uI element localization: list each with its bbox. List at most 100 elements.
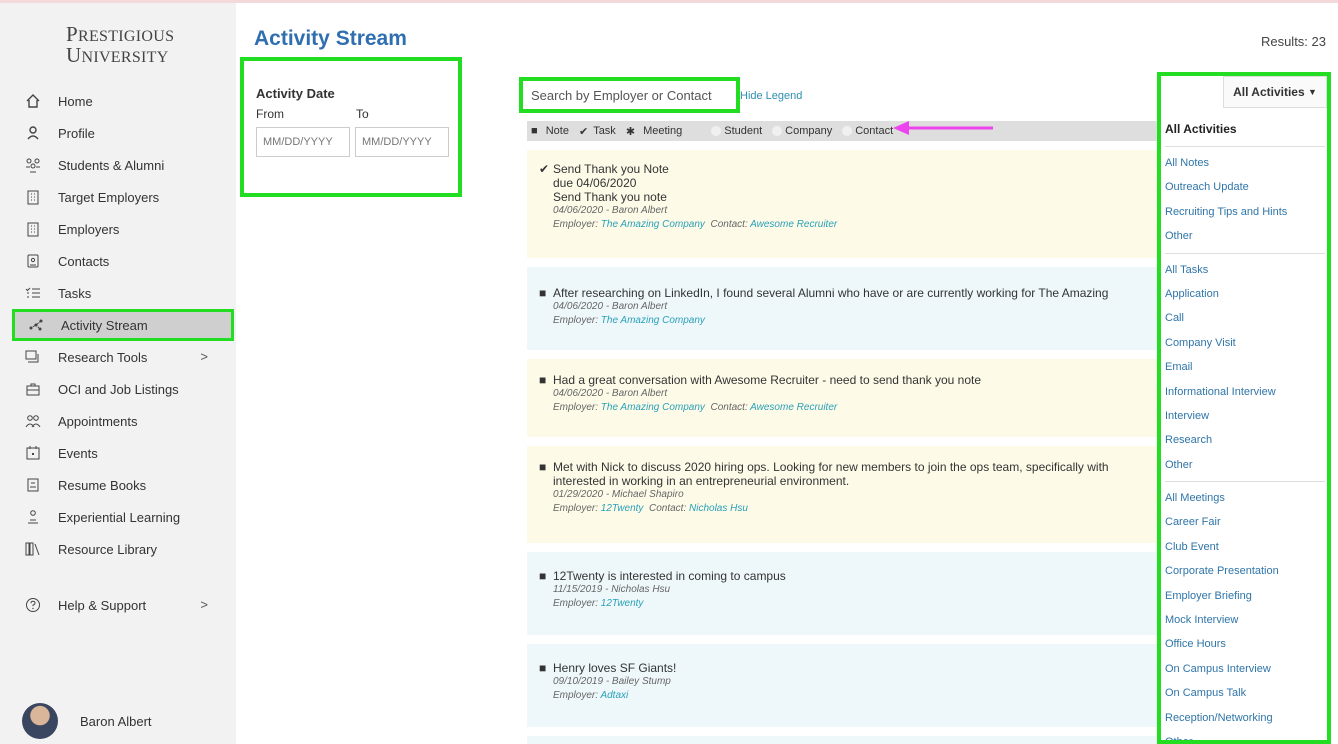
contact-card-icon bbox=[24, 252, 42, 270]
to-date-input[interactable] bbox=[355, 127, 449, 157]
sidebar-nav: Home Profile Students & Alumni Target Em… bbox=[12, 85, 234, 621]
menu-item-application[interactable]: Application bbox=[1165, 282, 1325, 306]
student-dot-icon bbox=[711, 126, 722, 136]
employer-link[interactable]: Adtaxi bbox=[600, 690, 628, 701]
menu-item-email[interactable]: Email bbox=[1165, 355, 1325, 379]
all-activities-button[interactable]: All Activities ▼ bbox=[1223, 76, 1327, 108]
note-icon: ■ bbox=[539, 460, 547, 474]
results-count: Results: 23 bbox=[1260, 34, 1326, 49]
university-logo[interactable]: PRESTIGIOUS UNIVERSITY bbox=[66, 24, 174, 67]
menu-item-interview[interactable]: Interview bbox=[1165, 404, 1325, 428]
sidebar: PRESTIGIOUS UNIVERSITY Home Profile Stud… bbox=[0, 3, 236, 744]
menu-item-company-visit[interactable]: Company Visit bbox=[1165, 331, 1325, 355]
sidebar-item-experiential-learning[interactable]: Experiential Learning bbox=[12, 501, 234, 533]
legend-company: Company bbox=[772, 125, 837, 137]
people-icon bbox=[24, 156, 42, 174]
employer-link[interactable]: 12Twenty bbox=[601, 503, 644, 514]
menu-item-tasks-other[interactable]: Other bbox=[1165, 453, 1325, 477]
sidebar-item-employers[interactable]: Employers bbox=[12, 213, 234, 245]
sidebar-item-label: Research Tools bbox=[58, 349, 148, 365]
contact-link[interactable]: Awesome Recruiter bbox=[750, 402, 837, 413]
sidebar-item-students-alumni[interactable]: Students & Alumni bbox=[12, 149, 234, 181]
sidebar-item-label: Appointments bbox=[58, 413, 138, 429]
sidebar-item-label: Employers bbox=[58, 221, 120, 237]
contact-link[interactable]: Awesome Recruiter bbox=[750, 219, 837, 230]
menu-item-all-meetings[interactable]: All Meetings bbox=[1165, 486, 1325, 510]
search-box bbox=[519, 77, 740, 113]
sidebar-item-resume-books[interactable]: Resume Books bbox=[12, 469, 234, 501]
menu-item-all-activities[interactable]: All Activities bbox=[1165, 116, 1325, 142]
caret-down-icon: ▼ bbox=[1308, 87, 1317, 97]
menu-item-recruiting-tips[interactable]: Recruiting Tips and Hints bbox=[1165, 200, 1325, 224]
sidebar-item-label: Students & Alumni bbox=[58, 157, 165, 173]
sidebar-item-home[interactable]: Home bbox=[12, 85, 234, 117]
to-label: To bbox=[356, 107, 369, 121]
employer-link[interactable]: The Amazing Company bbox=[601, 315, 705, 326]
hide-legend-link[interactable]: Hide Legend bbox=[740, 90, 802, 102]
sidebar-item-contacts[interactable]: Contacts bbox=[12, 245, 234, 277]
menu-item-research[interactable]: Research bbox=[1165, 428, 1325, 452]
menu-item-employer-briefing[interactable]: Employer Briefing bbox=[1165, 584, 1325, 608]
library-icon bbox=[24, 540, 42, 558]
menu-item-office-hours[interactable]: Office Hours bbox=[1165, 632, 1325, 656]
menu-item-notes-other[interactable]: Other bbox=[1165, 224, 1325, 248]
activity-stream-list: ✔ Send Thank you Note due 04/06/2020 Send… bbox=[527, 150, 1157, 744]
activity-card[interactable]: ■ After researching on LinkedIn, I found … bbox=[527, 267, 1157, 350]
sidebar-item-resource-library[interactable]: Resource Library bbox=[12, 533, 234, 565]
sidebar-item-label: Contacts bbox=[58, 253, 110, 269]
sidebar-item-label: Activity Stream bbox=[61, 317, 148, 333]
menu-item-on-campus-talk[interactable]: On Campus Talk bbox=[1165, 681, 1325, 705]
contact-link[interactable]: Nicholas Hsu bbox=[689, 503, 748, 514]
sidebar-item-label: Events bbox=[58, 445, 98, 461]
sidebar-item-label: OCI and Job Listings bbox=[58, 381, 179, 397]
activity-card[interactable]: ■ Had a great conversation with Awesome R… bbox=[527, 359, 1157, 437]
note-icon: ■ bbox=[539, 373, 547, 387]
legend-contact: Contact bbox=[842, 125, 898, 137]
sidebar-item-events[interactable]: Events bbox=[12, 437, 234, 469]
sidebar-item-research-tools[interactable]: Research Tools > bbox=[12, 341, 234, 373]
activity-card[interactable]: ■ 12Twenty is interested in coming to cam… bbox=[527, 552, 1157, 635]
task-list-icon bbox=[24, 284, 42, 302]
legend-note: ■ Note bbox=[531, 125, 569, 137]
legend-task: ✔ Task bbox=[578, 125, 616, 138]
menu-item-club-event[interactable]: Club Event bbox=[1165, 535, 1325, 559]
menu-item-reception-networking[interactable]: Reception/Networking bbox=[1165, 706, 1325, 730]
user-name: Baron Albert bbox=[80, 713, 152, 729]
from-date-input[interactable] bbox=[256, 127, 350, 157]
menu-item-meetings-other[interactable]: Other bbox=[1165, 730, 1325, 740]
activity-date-filter: Activity Date From To bbox=[240, 57, 462, 197]
note-icon: ■ bbox=[539, 661, 547, 675]
employer-link[interactable]: The Amazing Company bbox=[601, 219, 705, 230]
dropdown-menu: All Activities All Notes Outreach Update… bbox=[1165, 116, 1325, 740]
user-profile[interactable]: Baron Albert bbox=[22, 703, 152, 739]
menu-item-all-notes[interactable]: All Notes bbox=[1165, 151, 1325, 175]
sidebar-item-tasks[interactable]: Tasks bbox=[12, 277, 234, 309]
employer-link[interactable]: 12Twenty bbox=[601, 598, 644, 609]
sidebar-item-appointments[interactable]: Appointments bbox=[12, 405, 234, 437]
activity-card[interactable]: ■ Met with Nick to discuss 2020 hiring op… bbox=[527, 446, 1157, 543]
sidebar-item-target-employers[interactable]: Target Employers bbox=[12, 181, 234, 213]
menu-item-outreach-update[interactable]: Outreach Update bbox=[1165, 175, 1325, 199]
sidebar-item-oci-job-listings[interactable]: OCI and Job Listings bbox=[12, 373, 234, 405]
menu-item-all-tasks[interactable]: All Tasks bbox=[1165, 258, 1325, 282]
menu-item-career-fair[interactable]: Career Fair bbox=[1165, 510, 1325, 534]
menu-item-on-campus-interview[interactable]: On Campus Interview bbox=[1165, 657, 1325, 681]
activity-card[interactable]: ■ Henry loves SF Giants! 09/10/2019 - Bai… bbox=[527, 644, 1157, 727]
menu-item-mock-interview[interactable]: Mock Interview bbox=[1165, 608, 1325, 632]
activity-card[interactable]: ✔ Send Thank you Note due 04/06/2020 Send… bbox=[527, 150, 1157, 258]
sidebar-item-label: Resume Books bbox=[58, 477, 147, 493]
company-dot-icon bbox=[772, 126, 783, 136]
sidebar-item-profile[interactable]: Profile bbox=[12, 117, 234, 149]
menu-item-corporate-presentation[interactable]: Corporate Presentation bbox=[1165, 559, 1325, 583]
from-label: From bbox=[256, 107, 284, 121]
person-icon bbox=[24, 124, 42, 142]
menu-item-call[interactable]: Call bbox=[1165, 306, 1325, 330]
search-input[interactable] bbox=[523, 81, 736, 109]
asterisk-icon: ✱ bbox=[625, 125, 636, 138]
annotation-arrow-icon bbox=[893, 121, 993, 135]
building-icon bbox=[24, 220, 42, 238]
employer-link[interactable]: The Amazing Company bbox=[601, 402, 705, 413]
sidebar-item-activity-stream[interactable]: Activity Stream bbox=[12, 309, 234, 341]
menu-item-informational-interview[interactable]: Informational Interview bbox=[1165, 380, 1325, 404]
sidebar-item-help-support[interactable]: Help & Support > bbox=[12, 589, 234, 621]
